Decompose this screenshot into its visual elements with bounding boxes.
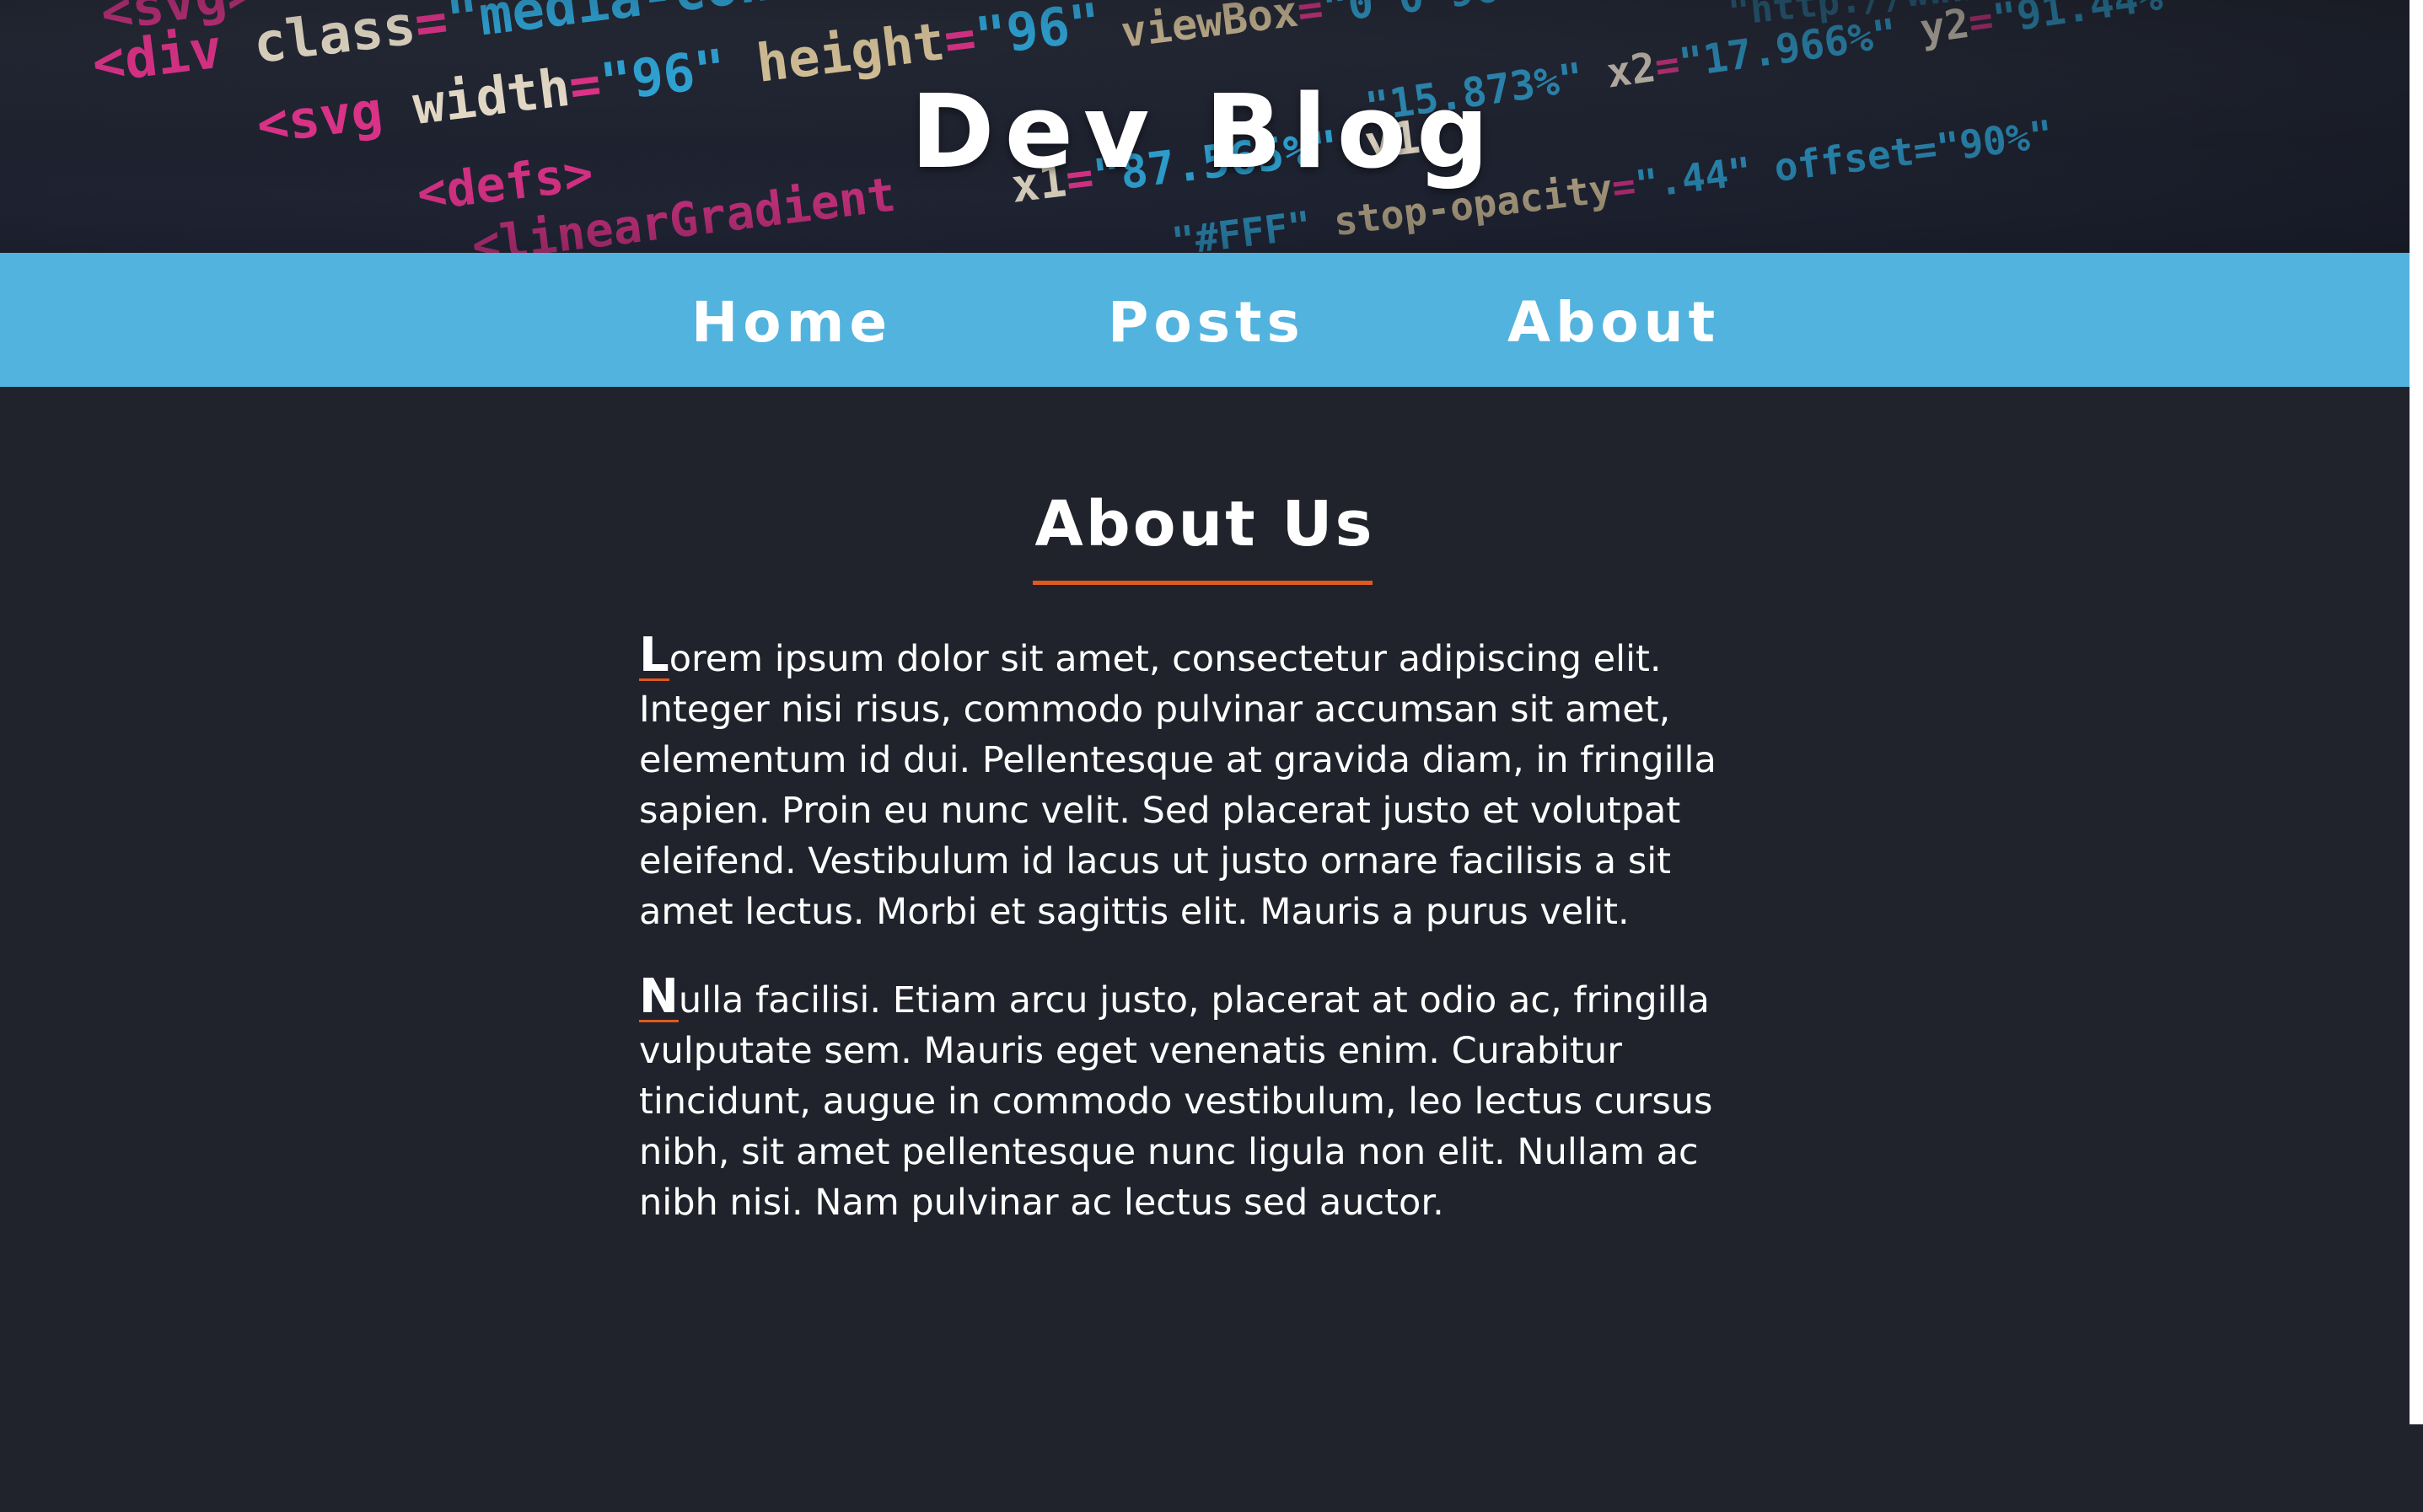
nav-link-posts[interactable]: Posts [1108, 290, 1305, 355]
site-title: Dev Blog [911, 74, 1499, 191]
hero-banner: <svg> <div class="media-control" > viewB… [0, 0, 2410, 253]
paragraph-text: orem ipsum dolor sit amet, consectetur a… [639, 638, 1717, 933]
about-section: About Us Lorem ipsum dolor sit amet, con… [0, 387, 2410, 1512]
paragraph-1: Lorem ipsum dolor sit amet, consectetur … [639, 628, 1760, 937]
section-heading: About Us [1034, 488, 1375, 560]
drop-cap: L [639, 628, 669, 683]
drop-cap: N [639, 969, 679, 1024]
nav-link-about[interactable]: About [1507, 290, 1720, 355]
page: <svg> <div class="media-control" > viewB… [0, 0, 2423, 1512]
about-content: Lorem ipsum dolor sit amet, consectetur … [639, 628, 1760, 1265]
nav-link-home[interactable]: Home [691, 290, 892, 355]
scrollbar-edge [2410, 0, 2423, 1424]
main-nav: Home Posts About [0, 253, 2410, 387]
heading-underline [1033, 581, 1373, 585]
paragraph-2: Nulla facilisi. Etiam arcu justo, placer… [639, 969, 1760, 1228]
paragraph-text: ulla facilisi. Etiam arcu justo, placera… [639, 979, 1713, 1224]
